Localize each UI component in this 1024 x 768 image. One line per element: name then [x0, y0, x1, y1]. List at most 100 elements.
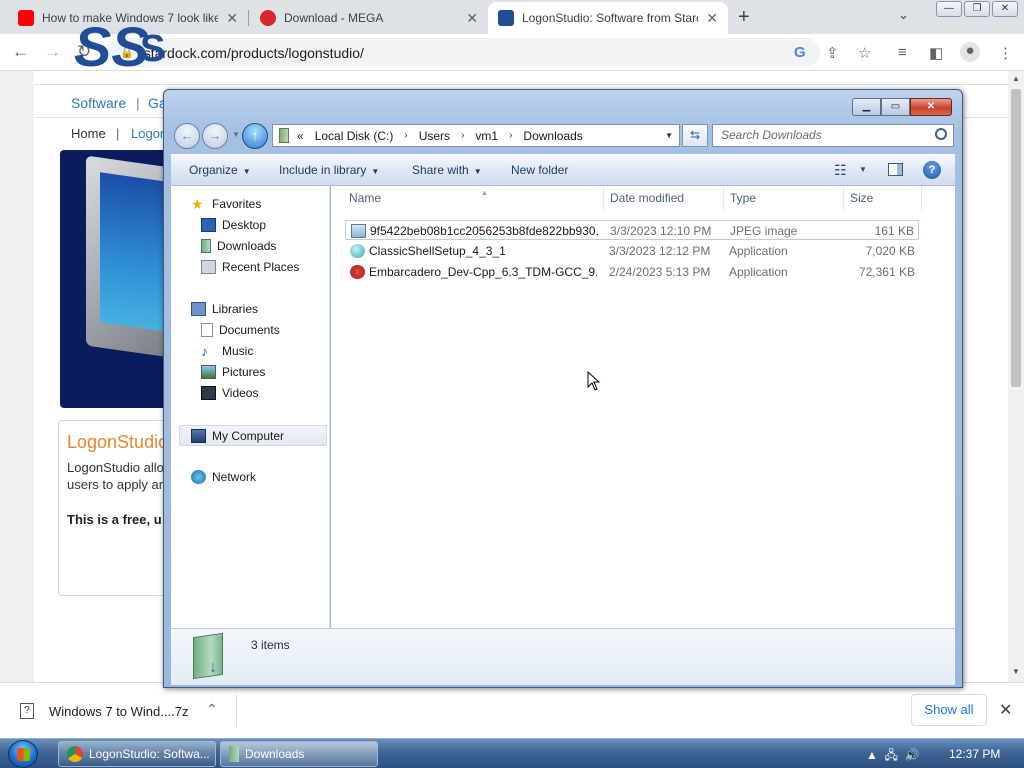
scroll-down-arrow-icon[interactable]: ▼ — [1012, 667, 1020, 676]
address-segment-users[interactable]: Users — [419, 129, 450, 143]
scroll-up-arrow-icon[interactable]: ▲ — [1012, 74, 1020, 83]
new-tab-button[interactable]: + — [738, 6, 750, 29]
downloads-folder-large-icon — [193, 632, 223, 680]
maximize-button[interactable]: ▭ — [881, 98, 910, 116]
taskbar-item-chrome[interactable]: LogonStudio: Softwa... — [58, 741, 216, 767]
sidebar-item-label: Desktop — [222, 218, 267, 232]
include-in-library-button[interactable]: Include in library ▼ — [279, 163, 379, 177]
sidebar-item-music[interactable]: ♪ Music — [201, 344, 253, 358]
show-all-button[interactable]: Show all — [911, 694, 987, 726]
file-size: 161 KB — [874, 224, 914, 238]
sidebar-item-videos[interactable]: Videos — [201, 386, 258, 400]
side-panel-icon[interactable]: ◧ — [929, 44, 943, 62]
address-overflow[interactable]: « — [297, 129, 304, 143]
scrollbar-thumb[interactable] — [1011, 89, 1021, 387]
minimize-button[interactable]: — — [936, 1, 962, 17]
file-row[interactable]: 9f5422beb08b1cc2056253b8fde822bb930... 3… — [345, 220, 919, 240]
column-header-name[interactable]: Name ▲ — [343, 186, 604, 210]
sidebar-item-libraries[interactable]: Libraries — [191, 302, 258, 316]
stardock-logo[interactable]: SS — [74, 14, 149, 79]
chevron-down-icon: ▼ — [473, 167, 482, 176]
address-history-chevron-down-icon[interactable]: ▼ — [665, 131, 673, 140]
file-row[interactable]: ClassicShellSetup_4_3_1 3/3/2023 12:12 P… — [345, 241, 919, 261]
forward-arrow-icon[interactable]: → — [202, 123, 228, 149]
help-icon[interactable]: ? — [923, 161, 941, 179]
address-segment-downloads[interactable]: Downloads — [523, 129, 582, 143]
breadcrumb-logonstudio[interactable]: Logon — [131, 126, 167, 141]
google-lens-icon[interactable]: G — [794, 44, 806, 61]
file-date: 2/24/2023 5:13 PM — [609, 265, 711, 279]
media-control-icon[interactable]: ≡ — [898, 44, 907, 61]
close-window-button[interactable]: ✕ — [910, 98, 952, 116]
menu-kebab-icon[interactable]: ⋮ — [998, 44, 1013, 62]
details-pane: ↓ 3 items — [171, 628, 955, 685]
tab-logonstudio[interactable]: LogonStudio: Software from Stardock ✕ — [488, 2, 728, 34]
tab-mega-download[interactable]: Download - MEGA ✕ — [250, 2, 488, 34]
page-scrollbar[interactable]: ▲ ▼ — [1008, 71, 1024, 682]
start-button[interactable] — [8, 740, 38, 768]
share-with-button[interactable]: Share with ▼ — [412, 163, 482, 177]
chevron-right-icon[interactable]: › — [509, 130, 512, 141]
change-view-icon[interactable]: ☷ — [834, 162, 847, 179]
restore-button[interactable]: ❐ — [964, 1, 990, 17]
share-icon[interactable]: ⇪ — [826, 44, 839, 62]
column-header-size[interactable]: Size — [844, 186, 922, 210]
sidebar-item-recent-places[interactable]: Recent Places — [201, 260, 299, 274]
tab-title: Download - MEGA — [284, 11, 384, 25]
refresh-icon[interactable]: ⇆ — [682, 124, 708, 147]
search-placeholder: Search Downloads — [721, 128, 822, 142]
sidebar-item-network[interactable]: Network — [191, 470, 256, 484]
taskbar-item-downloads[interactable]: Downloads — [220, 741, 378, 767]
organize-label: Organize — [189, 163, 238, 177]
nav-software-link[interactable]: Software — [71, 95, 126, 111]
organize-button[interactable]: Organize ▼ — [189, 163, 251, 177]
column-header-type[interactable]: Type — [724, 186, 844, 210]
close-icon[interactable]: ✕ — [226, 10, 238, 27]
address-segment-local-disk[interactable]: Local Disk (C:) — [315, 129, 394, 143]
breadcrumb-home[interactable]: Home — [71, 126, 106, 141]
tab-search-chevron-down-icon[interactable]: ⌄ — [898, 7, 909, 23]
breadcrumb-separator: | — [116, 126, 120, 141]
search-icon[interactable] — [935, 128, 947, 140]
chevron-up-icon[interactable]: ⌃ — [206, 701, 218, 718]
close-window-button[interactable]: ✕ — [992, 1, 1018, 17]
close-icon[interactable]: ✕ — [999, 700, 1012, 720]
sidebar-item-label: Recent Places — [222, 260, 300, 274]
back-arrow-icon[interactable]: ← — [174, 123, 200, 149]
minimize-button[interactable]: ▁ — [852, 98, 881, 116]
dev-cpp-icon — [350, 265, 365, 279]
file-row[interactable]: Embarcadero_Dev-Cpp_6.3_TDM-GCC_9.... 2/… — [345, 262, 919, 282]
recent-pages-chevron-down-icon[interactable]: ▼ — [232, 130, 240, 139]
new-folder-button[interactable]: New folder — [511, 163, 568, 177]
taskbar-clock[interactable]: 12:37 PM — [949, 747, 1000, 761]
forward-arrow-icon[interactable]: → — [44, 42, 61, 62]
windows-taskbar: LogonStudio: Softwa... Downloads ▲ 🖧 🔊 1… — [0, 738, 1024, 768]
chevron-right-icon[interactable]: › — [461, 130, 464, 141]
bookmark-star-icon[interactable]: ☆ — [858, 44, 871, 62]
view-options-chevron-down-icon[interactable]: ▼ — [859, 165, 867, 174]
sidebar-item-downloads[interactable]: Downloads — [201, 239, 276, 253]
search-input[interactable]: Search Downloads — [712, 124, 954, 147]
sidebar-item-desktop[interactable]: Desktop — [201, 218, 266, 232]
system-tray[interactable]: ▲ 🖧 🔊 — [866, 746, 920, 767]
up-arrow-icon[interactable]: ↑ — [242, 123, 268, 149]
chevron-right-icon[interactable]: › — [404, 130, 407, 141]
archive-file-icon: ? — [20, 703, 34, 719]
sidebar-item-label: Libraries — [212, 302, 259, 316]
address-segment-vm1[interactable]: vm1 — [475, 129, 498, 143]
sidebar-item-pictures[interactable]: Pictures — [201, 365, 265, 379]
sidebar-item-documents[interactable]: Documents — [201, 323, 280, 337]
download-item-name[interactable]: Windows 7 to Wind....7z — [49, 704, 188, 719]
column-header-date-modified[interactable]: Date modified — [604, 186, 724, 210]
address-bar[interactable]: 🔒 stardock.com/products/logonstudio/ — [106, 38, 820, 67]
back-arrow-icon[interactable]: ← — [12, 42, 29, 62]
preview-pane-icon[interactable] — [888, 163, 903, 176]
profile-avatar-icon[interactable]: ● — [960, 42, 980, 62]
close-icon[interactable]: ✕ — [466, 10, 478, 27]
sidebar-item-my-computer[interactable]: My Computer — [179, 425, 327, 446]
explorer-address-bar[interactable]: « Local Disk (C:) › Users › vm1 › Downlo… — [272, 124, 680, 147]
chrome-icon — [67, 746, 83, 762]
download-divider — [236, 695, 237, 727]
sidebar-item-favorites[interactable]: ★ Favorites — [191, 197, 261, 211]
close-icon[interactable]: ✕ — [706, 10, 718, 27]
